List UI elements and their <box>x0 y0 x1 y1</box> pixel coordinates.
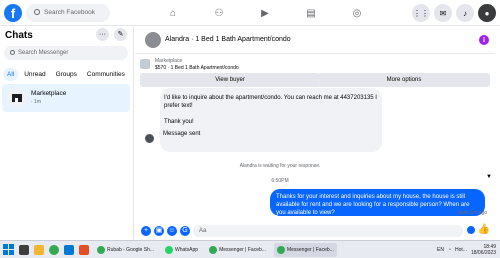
conversation-name: Marketplace <box>31 90 67 97</box>
clock[interactable]: 18:49 18/06/2023 <box>471 244 496 256</box>
video-icon[interactable]: ▶ <box>242 0 288 26</box>
taskbar-app-messenger-2[interactable]: Messenger | Faceb... <box>273 242 337 257</box>
task-view-icon[interactable] <box>19 244 29 255</box>
app-icon[interactable] <box>79 244 89 255</box>
chrome-icon <box>97 245 105 254</box>
view-buyer-button[interactable]: View buyer <box>140 73 320 87</box>
edge-icon[interactable] <box>64 244 74 255</box>
conversation-item-marketplace[interactable]: Marketplace · 1m <box>2 84 130 112</box>
chat-title[interactable]: Alandra · 1 Bed 1 Bath Apartment/condo <box>165 36 291 43</box>
chrome-icon <box>209 245 218 254</box>
photo-icon[interactable]: ▣ <box>154 226 164 236</box>
language-indicator[interactable]: EN <box>437 247 444 253</box>
wifi-icon[interactable]: ◔ <box>448 247 451 253</box>
facebook-logo[interactable]: f <box>4 4 22 22</box>
new-message-icon[interactable]: ✎ <box>114 28 127 41</box>
weather-status[interactable]: Hot... <box>455 247 467 253</box>
chat-panel: Alandra · 1 Bed 1 Bath Apartment/condo i… <box>135 26 495 240</box>
system-tray: EN ◔ Hot... 18:49 18/06/2023 <box>437 241 496 258</box>
whatsapp-icon <box>164 245 173 254</box>
listing-avatar[interactable] <box>145 32 161 48</box>
marketplace-icon[interactable]: ▤ <box>288 0 334 26</box>
taskbar-app-google-sheets[interactable]: Rubab - Google Sh... <box>94 243 157 257</box>
taskbar-app-label: WhatsApp <box>174 246 199 253</box>
emoji-icon[interactable] <box>467 226 475 234</box>
incoming-message: I'd like to inquire about the apartment/… <box>160 88 382 152</box>
facebook-search-input[interactable]: Search Facebook <box>26 4 110 22</box>
menu-grid-icon[interactable]: ⋮⋮ <box>412 4 430 22</box>
chats-sidebar: Chats ··· ✎ Search Messenger All Unread … <box>0 26 134 240</box>
message-timestamp: 6:50PM <box>271 178 289 184</box>
filter-all[interactable]: All <box>3 68 19 81</box>
filter-groups[interactable]: Groups <box>52 68 81 81</box>
taskbar-app-whatsapp[interactable]: WhatsApp <box>162 243 201 257</box>
profile-avatar[interactable]: ● <box>478 4 496 22</box>
taskbar-app-label: Rubab - Google Sh... <box>107 246 154 253</box>
search-icon <box>10 50 15 55</box>
notifications-icon[interactable]: ♪ <box>456 4 474 22</box>
plus-icon[interactable]: + <box>141 226 151 236</box>
waiting-notice: Alandra is waiting for your response. <box>239 163 321 169</box>
search-placeholder: Search Facebook <box>44 9 95 16</box>
chats-title: Chats <box>5 30 33 41</box>
gif-icon[interactable]: G <box>180 226 190 236</box>
groups-icon[interactable]: ◎ <box>334 0 380 26</box>
sender-avatar <box>145 134 154 143</box>
facebook-top-bar: f Search Facebook ⌂ ⚇ ▶ ▤ ◎ ⋮⋮ ✉ ♪ ● <box>0 0 500 26</box>
clock-date: 18/06/2023 <box>470 250 496 256</box>
seen-status: Seen 1m ago <box>457 210 487 216</box>
message-input[interactable]: Aa <box>193 225 463 237</box>
marketplace-shop-icon <box>7 88 27 108</box>
more-options-button[interactable]: More options <box>318 73 490 87</box>
home-icon[interactable]: ⌂ <box>150 0 196 26</box>
windows-start-icon[interactable] <box>3 244 14 255</box>
listing-price[interactable]: $570 · 1 Bed 1 Bath Apartment/condo <box>155 65 239 71</box>
sticker-icon[interactable]: ☺ <box>167 226 177 236</box>
filter-unread[interactable]: Unread <box>20 68 49 81</box>
outgoing-message: Thanks for your interest and inquiries a… <box>270 189 485 216</box>
chat-filters: All Unread Groups Communities <box>3 68 129 81</box>
conversation-time: · 1m <box>31 99 41 105</box>
taskbar-app-messenger-1[interactable]: Messenger | Faceb... <box>206 243 269 257</box>
info-icon[interactable]: i <box>479 35 489 45</box>
incoming-message-thanks: Thank you! <box>164 119 194 125</box>
taskbar-app-label: Messenger | Faceb... <box>219 246 266 253</box>
messenger-search-placeholder: Search Messenger <box>18 50 69 56</box>
messenger-icon[interactable]: ✉ <box>434 4 452 22</box>
message-sent-bubble: Message sent <box>159 127 204 142</box>
filter-communities[interactable]: Communities <box>83 68 129 81</box>
file-explorer-icon[interactable] <box>34 244 44 255</box>
marketplace-label: Marketplace <box>155 58 183 64</box>
listing-thumbnail[interactable] <box>140 59 150 69</box>
chat-header: Alandra · 1 Bed 1 Bath Apartment/condo i <box>135 26 495 54</box>
account-controls: ⋮⋮ ✉ ♪ ● <box>412 4 496 22</box>
message-composer: + ▣ ☺ G Aa 👍 <box>135 222 495 240</box>
more-options-icon[interactable]: ··· <box>96 28 109 41</box>
messenger-search-input[interactable]: Search Messenger <box>4 46 128 60</box>
incoming-message-text: I'd like to inquire about the apartment/… <box>164 95 377 109</box>
taskbar-app-label: Messenger | Faceb... <box>286 246 334 253</box>
friends-icon[interactable]: ⚇ <box>196 0 242 26</box>
main-nav: ⌂ ⚇ ▶ ▤ ◎ <box>150 0 380 26</box>
windows-taskbar: Rubab - Google Sh... WhatsApp Messenger … <box>0 240 500 258</box>
scroll-down-icon[interactable]: ▼ <box>486 174 492 180</box>
chrome-icon[interactable] <box>49 244 59 255</box>
chrome-icon <box>276 245 285 254</box>
search-icon <box>34 9 40 15</box>
thumbs-up-icon[interactable]: 👍 <box>478 224 490 235</box>
